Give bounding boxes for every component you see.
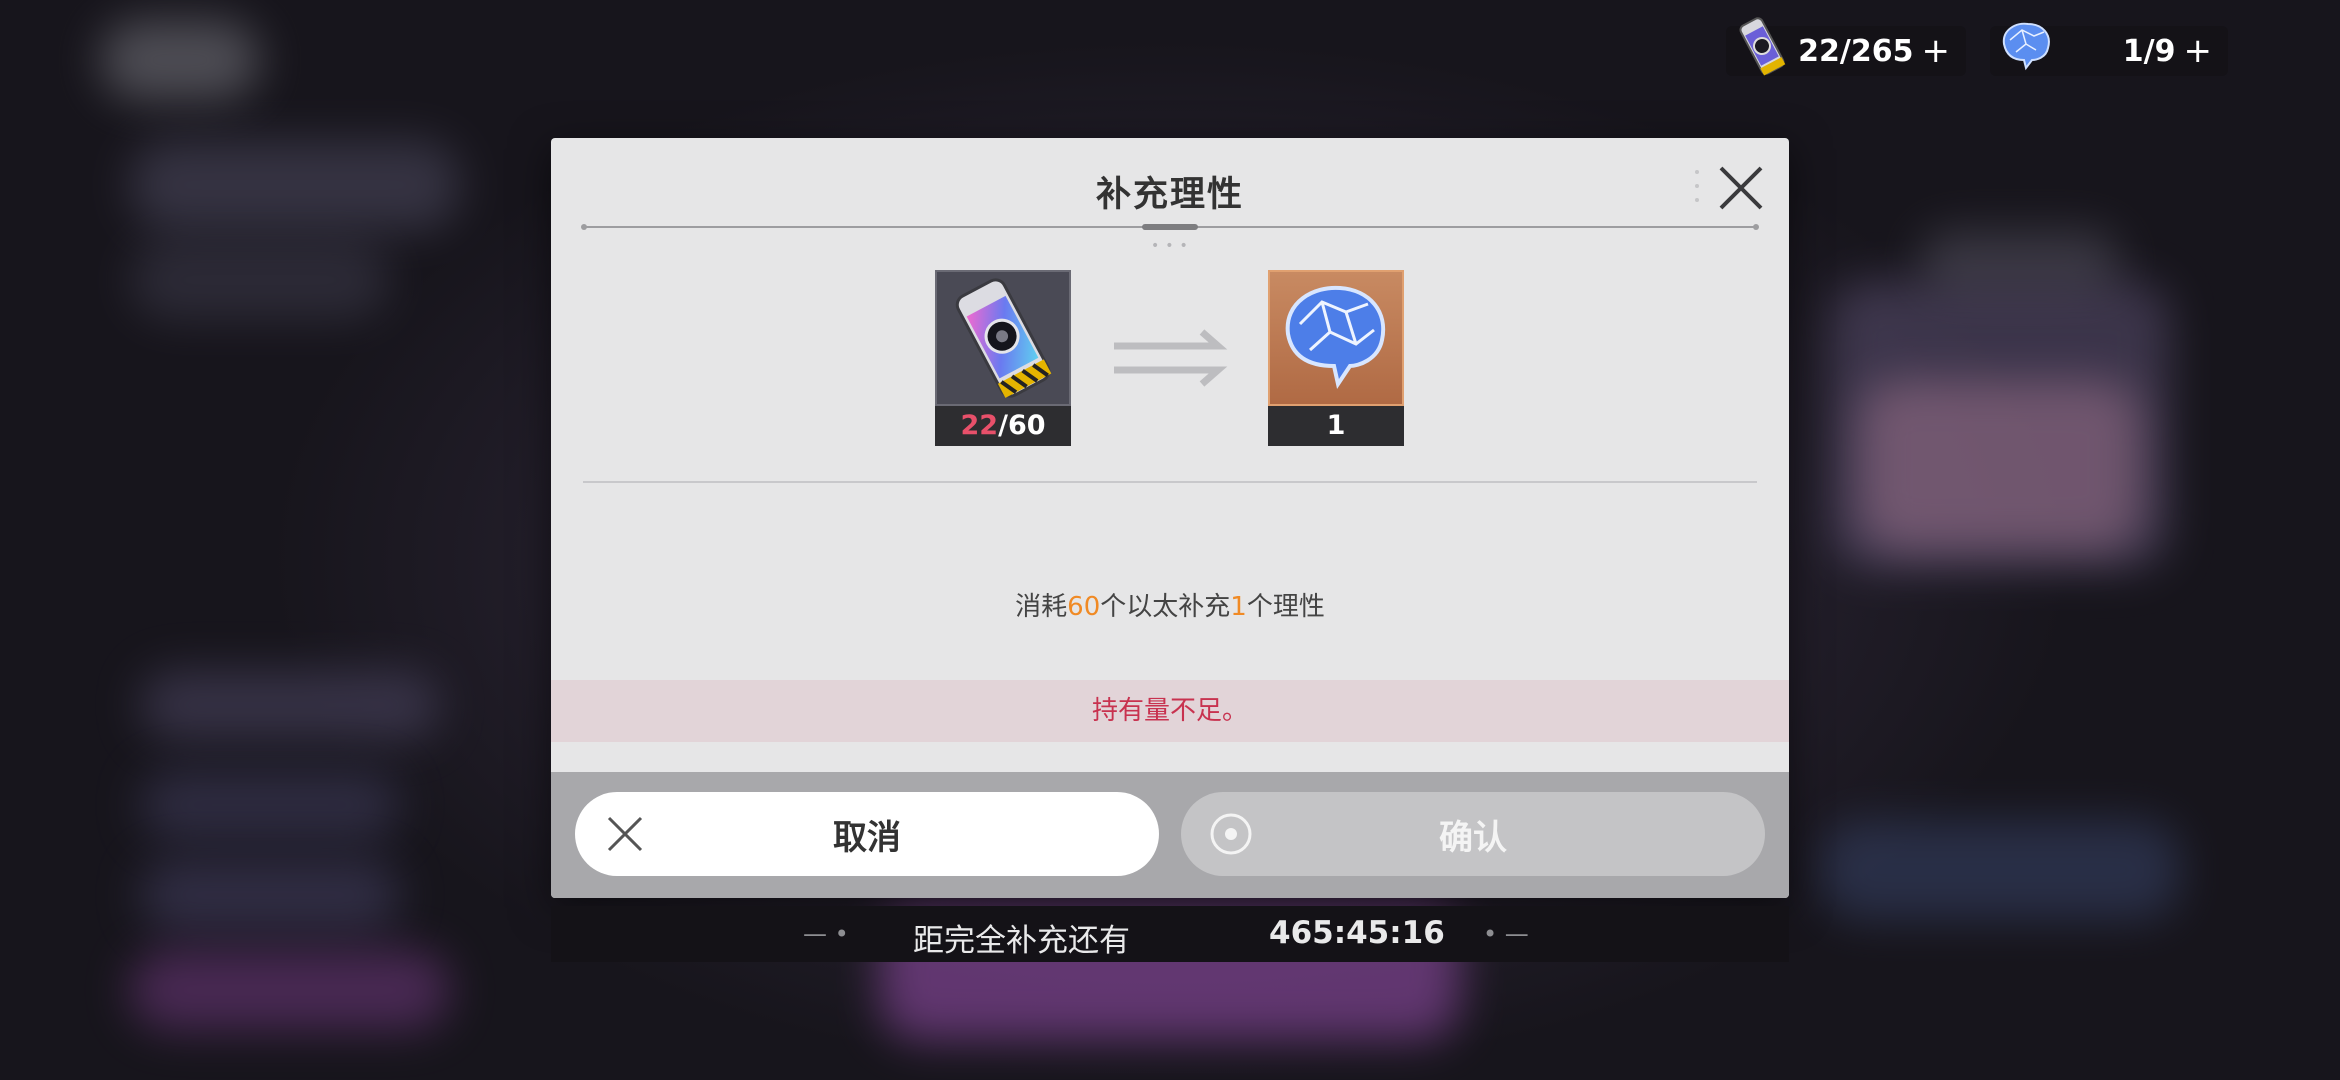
cancel-label: 取消 — [833, 817, 901, 858]
restore-sanity-dialog: 补充理性 ••• 22/60 1 消耗60个以太补充1个理性 持有量不足。 取消… — [551, 138, 1789, 898]
cost-item-tile — [935, 270, 1071, 406]
cancel-button[interactable]: 取消 — [575, 792, 1159, 876]
ether-canister-icon — [955, 278, 1052, 398]
confirm-label: 确认 — [1439, 817, 1507, 858]
add-ether-icon[interactable]: + — [1922, 34, 1951, 68]
close-icon[interactable] — [1713, 160, 1769, 216]
brain-crystal-icon — [1285, 285, 1386, 390]
exchange-description: 消耗60个以太补充1个理性 — [1015, 592, 1325, 622]
button-bar: 取消 确认 — [551, 772, 1789, 898]
decor-dots: ••• — [1151, 238, 1194, 254]
result-item-tile — [1268, 270, 1404, 406]
brain-crystal-icon — [2002, 22, 2050, 71]
confirm-button[interactable]: 确认 — [1181, 792, 1765, 876]
confirm-circle-icon — [1210, 813, 1252, 855]
ether-canister-icon — [1739, 17, 1786, 76]
ether-resource[interactable]: 22/265 + — [1726, 17, 1966, 76]
title-divider-mark — [1142, 224, 1198, 230]
timer-decor-left: — • — [803, 920, 849, 948]
cost-item-count: 22/60 — [935, 406, 1071, 446]
decor-dots-icon — [1695, 170, 1699, 202]
timer-value: 465:45:16 — [1269, 915, 1445, 951]
dialog-title: 补充理性 — [1095, 175, 1244, 215]
ether-value: 22/265 — [1798, 33, 1914, 69]
sanity-resource[interactable]: 1/9 + — [1990, 22, 2228, 76]
add-sanity-icon[interactable]: + — [2184, 34, 2213, 68]
required-count: 60 — [1007, 410, 1046, 441]
cancel-x-icon — [607, 816, 643, 852]
sanity-value: 1/9 — [2122, 33, 2176, 69]
timer-decor-right: • — — [1483, 920, 1529, 948]
insufficient-warning: 持有量不足。 — [551, 680, 1789, 742]
full-recovery-timer: — • 距完全补充还有 465:45:16 • — — [551, 906, 1789, 962]
owned-count: 22 — [960, 410, 999, 441]
convert-arrow-icon — [1114, 329, 1228, 387]
content-divider — [583, 481, 1757, 483]
result-item: 1 — [1268, 270, 1404, 446]
timer-label: 距完全补充还有 — [913, 923, 1130, 959]
result-item-count: 1 — [1268, 406, 1404, 446]
gain-amount: 1 — [1230, 592, 1247, 622]
cost-amount: 60 — [1067, 592, 1101, 622]
cost-item: 22/60 — [935, 270, 1071, 446]
